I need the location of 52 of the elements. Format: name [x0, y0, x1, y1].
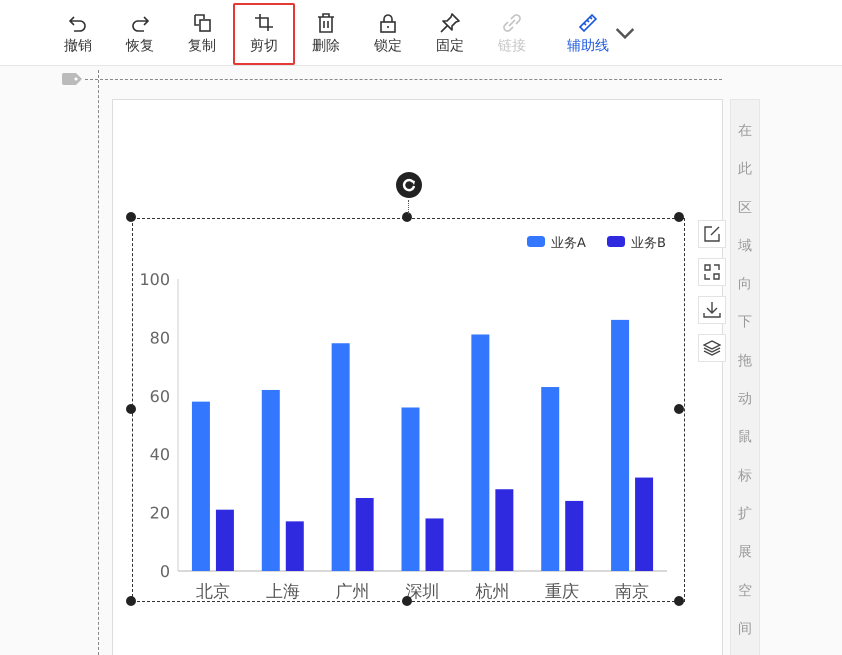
pin-icon	[440, 13, 460, 33]
pin-button[interactable]: 固定	[419, 3, 481, 65]
rotate-icon[interactable]	[396, 172, 422, 198]
crop-icon	[254, 13, 274, 33]
crop-button[interactable]: 剪切	[233, 3, 295, 65]
axis-label: 100	[139, 270, 170, 289]
legend-label: 业务A	[551, 236, 586, 251]
axis-label: 上海	[266, 582, 300, 602]
axis-label: 广州	[336, 582, 370, 602]
bar	[426, 518, 444, 571]
download-icon	[703, 301, 721, 319]
resize-handle[interactable]	[674, 596, 684, 606]
axis-label: 北京	[196, 582, 230, 602]
axis-label: 深圳	[406, 582, 440, 602]
lock-icon	[378, 13, 398, 33]
axis-label: 20	[150, 504, 170, 523]
bar	[565, 500, 584, 571]
axis-label: 80	[150, 328, 170, 348]
layers-button[interactable]	[698, 334, 726, 362]
trash-icon	[316, 13, 336, 33]
resize-handle[interactable]	[126, 404, 136, 414]
resize-handle[interactable]	[126, 596, 136, 606]
ruler-icon	[578, 13, 598, 33]
link-icon	[502, 13, 522, 33]
swap-icon	[703, 263, 721, 281]
swap-button[interactable]	[698, 258, 726, 286]
axis-label: 40	[150, 445, 170, 464]
edit-icon	[703, 225, 721, 243]
axis-label: 重庆	[545, 582, 580, 602]
resize-handle[interactable]	[674, 212, 684, 222]
guides-button[interactable]: 辅助线	[561, 3, 641, 65]
resize-handle[interactable]	[402, 212, 412, 222]
resize-handle[interactable]	[126, 212, 136, 222]
legend-label: 业务B	[631, 236, 666, 251]
tag-icon	[62, 73, 82, 85]
axis-label: 南京	[615, 582, 650, 602]
layers-icon	[703, 339, 721, 357]
bar	[286, 521, 304, 571]
edit-button[interactable]	[698, 220, 726, 248]
download-button[interactable]	[698, 296, 726, 324]
bar	[216, 510, 234, 571]
copy-icon	[192, 13, 212, 33]
axis-label: 杭州	[475, 582, 510, 602]
delete-button[interactable]: 删除	[295, 3, 357, 65]
copy-button[interactable]: 复制	[171, 3, 233, 65]
resize-handle[interactable]	[674, 404, 684, 414]
extend-hint: 在此区域向下拖动鼠标扩展空间	[738, 122, 752, 639]
axis-label: 0	[160, 562, 170, 581]
axis-label: 60	[150, 386, 170, 406]
undo-button[interactable]: 撤销	[47, 3, 109, 65]
redo-button[interactable]: 恢复	[109, 3, 171, 65]
lock-button[interactable]: 锁定	[357, 3, 419, 65]
